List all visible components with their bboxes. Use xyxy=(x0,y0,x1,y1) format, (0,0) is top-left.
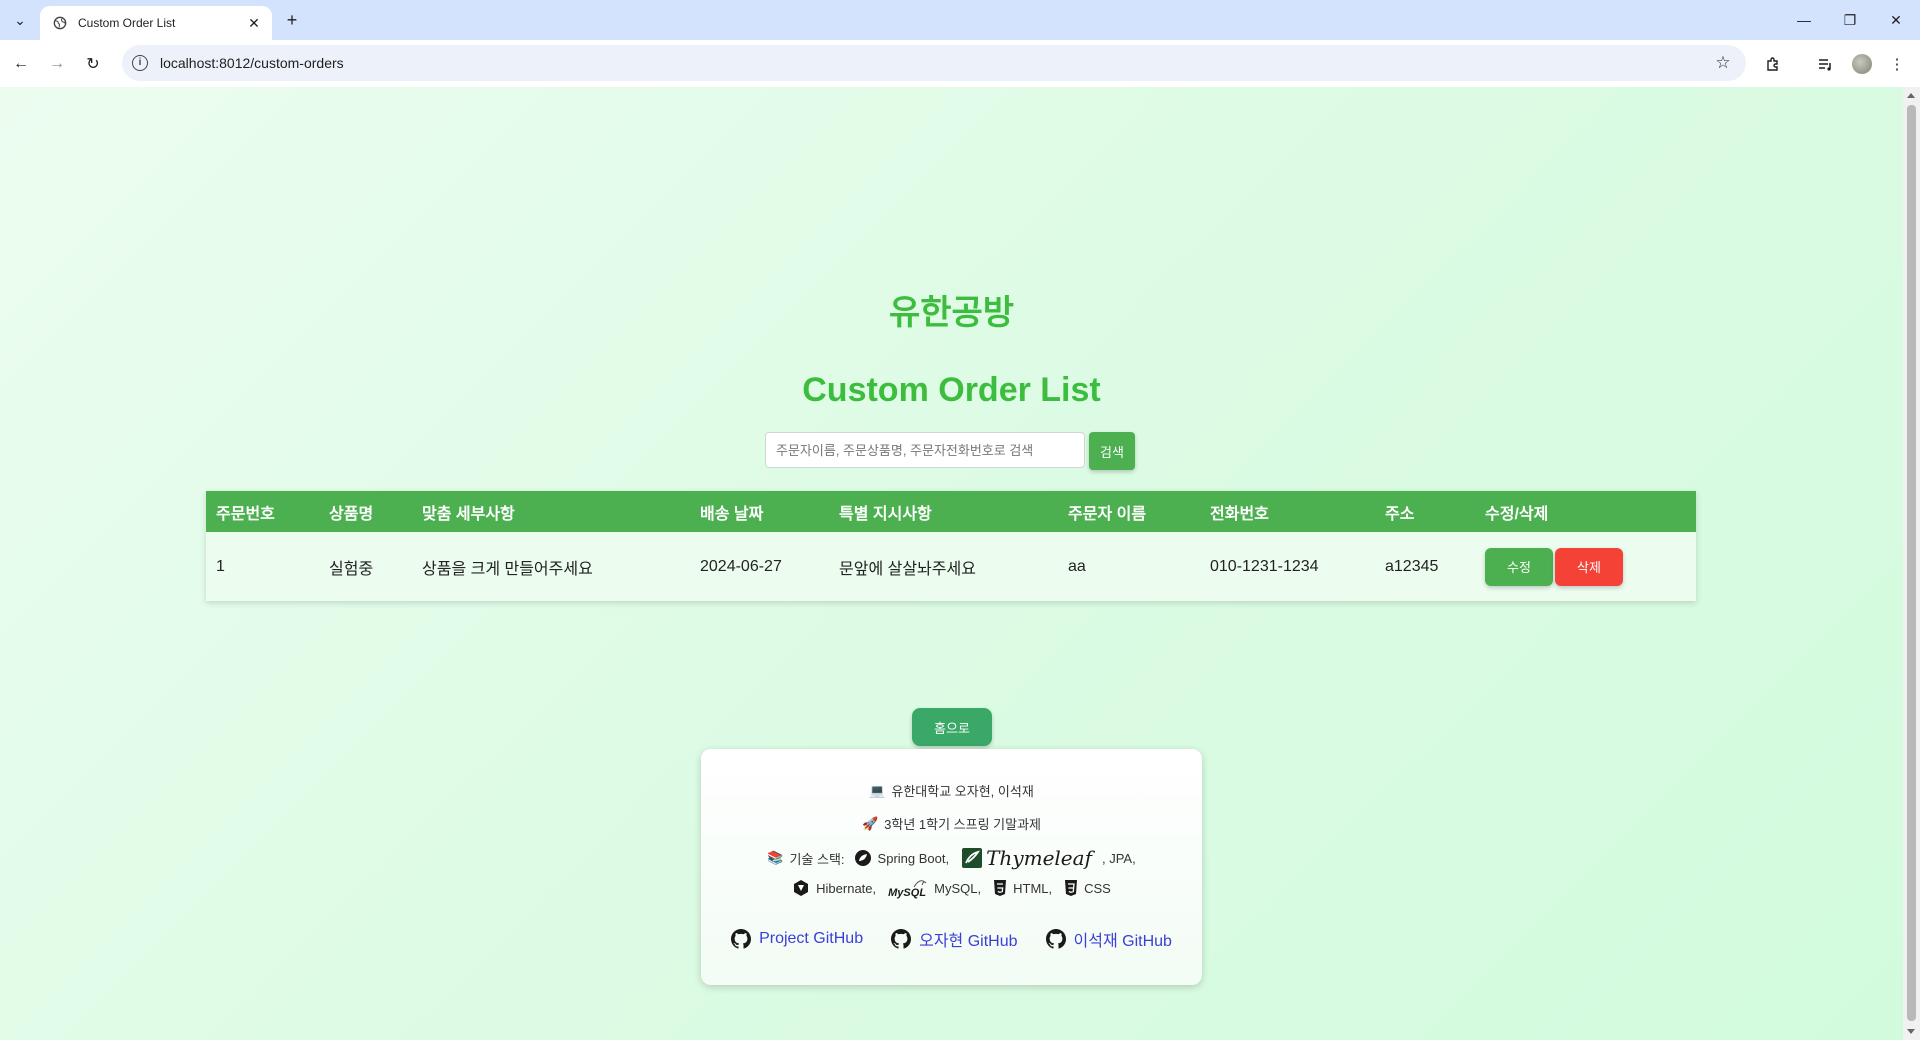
reload-icon[interactable]: ↻ xyxy=(80,51,106,77)
info-icon[interactable]: i xyxy=(132,55,148,71)
url-text[interactable]: localhost:8012/custom-orders xyxy=(160,55,1710,71)
table-row: 1 실험중 상품을 크게 만들어주세요 2024-06-27 문앞에 살살놔주세… xyxy=(206,532,1696,601)
html-text: HTML, xyxy=(1013,880,1053,896)
css-text: CSS xyxy=(1084,880,1111,896)
window-close-icon[interactable]: ✕ xyxy=(1880,8,1912,32)
media-icon[interactable] xyxy=(1812,51,1838,77)
page-viewport: 유한공방 Custom Order List 검색 주문번호 상품명 맞춤 세부… xyxy=(0,87,1903,1040)
scrollbar-thumb[interactable] xyxy=(1907,105,1916,1021)
tab-title: Custom Order List xyxy=(78,16,176,30)
leeseokjae-github-label[interactable]: 이석재 GitHub xyxy=(1074,927,1172,951)
cell-details: 상품을 크게 만들어주세요 xyxy=(422,560,593,578)
restore-icon[interactable]: ❐ xyxy=(1834,8,1866,32)
plus-icon[interactable]: + xyxy=(280,8,304,32)
header-actions: 수정/삭제 xyxy=(1475,491,1696,532)
authors-text: 유한대학교 오자현, 이석재 xyxy=(891,784,1034,799)
spring-item: Spring Boot, xyxy=(854,849,950,867)
site-title: 유한공방 xyxy=(888,294,1015,332)
forward-arrow-icon[interactable]: → xyxy=(44,51,70,77)
jpa-text: , JPA, xyxy=(1101,850,1136,866)
cell-address: a12345 xyxy=(1385,557,1439,575)
minimize-icon[interactable]: — xyxy=(1788,8,1820,32)
header-address: 주소 xyxy=(1375,491,1475,532)
kebab-menu-icon[interactable]: ⋮ xyxy=(1884,51,1910,77)
header-phone: 전화번호 xyxy=(1200,491,1375,532)
footer-info-card: 💻 유한대학교 오자현, 이석재 🚀 3학년 1학기 스프링 기말과제 📚 기술… xyxy=(701,749,1202,985)
spring-icon xyxy=(854,850,871,866)
css3-icon xyxy=(1065,880,1078,896)
star-icon[interactable]: ☆ xyxy=(1710,50,1736,76)
cell-order-no: 1 xyxy=(216,557,225,575)
orders-table: 주문번호 상품명 맞춤 세부사항 배송 날짜 특별 지시사항 주문자 이름 전화… xyxy=(206,491,1696,601)
github-links: Project GitHub 오자현 GitHub 이석재 GitHub xyxy=(701,927,1202,951)
project-github-link[interactable]: Project GitHub xyxy=(731,927,863,951)
laptop-icon: 💻 xyxy=(869,782,886,798)
stack-label: 기술 스택: xyxy=(789,851,845,867)
tab-search-icon[interactable]: ⌄ xyxy=(6,8,34,32)
browser-tab-strip: ⌄ Custom Order List ✕ + — ❐ ✕ xyxy=(0,0,1920,40)
course-text: 3학년 1학기 스프링 기말과제 xyxy=(884,817,1042,832)
stack-line-2: Hibernate, MySQL MySQL, HTML, CSS xyxy=(701,877,1202,899)
hibernate-item: Hibernate, xyxy=(792,879,876,897)
github-icon xyxy=(891,929,912,949)
mysql-text: MySQL, xyxy=(934,880,982,896)
cell-actions: 수정 삭제 xyxy=(1475,532,1696,601)
stack-line-1: 📚 기술 스택: Spring Boot, Thymeleaf , JPA, xyxy=(701,846,1202,870)
table-header-row: 주문번호 상품명 맞춤 세부사항 배송 날짜 특별 지시사항 주문자 이름 전화… xyxy=(206,491,1696,532)
spring-text: Spring Boot, xyxy=(877,850,950,866)
active-tab[interactable]: Custom Order List ✕ xyxy=(40,6,272,40)
rocket-icon: 🚀 xyxy=(861,815,879,831)
globe-icon xyxy=(52,15,68,31)
cell-delivery-date: 2024-06-27 xyxy=(700,557,782,575)
authors-line: 💻 유한대학교 오자현, 이석재 xyxy=(701,781,1202,800)
cell-phone: 010-1231-1234 xyxy=(1210,557,1319,575)
orders-table-container: 주문번호 상품명 맞춤 세부사항 배송 날짜 특별 지시사항 주문자 이름 전화… xyxy=(206,491,1696,601)
github-icon xyxy=(1045,929,1066,949)
address-bar[interactable]: i localhost:8012/custom-orders ☆ xyxy=(122,45,1746,81)
scroll-up-arrow-icon[interactable] xyxy=(1907,93,1915,98)
back-arrow-icon[interactable]: ← xyxy=(8,51,34,77)
header-order-no: 주문번호 xyxy=(206,491,319,532)
page-title: Custom Order List xyxy=(802,371,1101,409)
ojahyeon-github-link[interactable]: 오자현 GitHub xyxy=(891,927,1018,951)
cell-instructions: 문앞에 살살놔주세요 xyxy=(839,560,976,578)
course-line: 🚀 3학년 1학기 스프링 기말과제 xyxy=(701,814,1202,833)
header-details: 맞춤 세부사항 xyxy=(412,491,690,532)
leeseokjae-github-link[interactable]: 이석재 GitHub xyxy=(1045,927,1172,951)
header-customer: 주문자 이름 xyxy=(1058,491,1200,532)
books-icon: 📚 xyxy=(767,850,784,865)
edit-button[interactable]: 수정 xyxy=(1485,547,1553,586)
header-delivery-date: 배송 날짜 xyxy=(690,491,829,532)
html5-icon xyxy=(994,880,1007,896)
scroll-down-arrow-icon[interactable] xyxy=(1907,1029,1915,1034)
header-instructions: 특별 지시사항 xyxy=(829,491,1058,532)
github-icon xyxy=(731,929,752,949)
profile-avatar[interactable] xyxy=(1852,54,1872,74)
ojahyeon-github-label[interactable]: 오자현 GitHub xyxy=(919,927,1017,951)
delete-button[interactable]: 삭제 xyxy=(1555,547,1623,586)
project-github-label[interactable]: Project GitHub xyxy=(759,930,863,948)
hibernate-icon xyxy=(794,880,809,896)
search-input[interactable] xyxy=(765,432,1085,468)
close-icon[interactable]: ✕ xyxy=(244,13,264,33)
thymeleaf-text: Thymeleaf xyxy=(986,846,1092,870)
header-product: 상품명 xyxy=(319,491,412,532)
mysql-icon: MySQL xyxy=(888,877,928,899)
page-scrollbar[interactable] xyxy=(1903,87,1920,1040)
home-button[interactable]: 홈으로 xyxy=(912,708,992,746)
search-form: 검색 xyxy=(765,432,1135,470)
browser-toolbar: ← → ↻ i localhost:8012/custom-orders ☆ ⋮ xyxy=(0,40,1920,88)
cell-product: 실험중 xyxy=(329,560,374,578)
thymeleaf-item: Thymeleaf xyxy=(962,846,1092,870)
search-button[interactable]: 검색 xyxy=(1089,432,1135,470)
hibernate-text: Hibernate, xyxy=(816,880,877,896)
css-item: CSS xyxy=(1064,879,1111,897)
cell-customer: aa xyxy=(1068,557,1086,575)
thymeleaf-icon xyxy=(962,848,983,868)
html-item: HTML, xyxy=(993,879,1052,897)
mysql-item: MySQL MySQL, xyxy=(888,877,981,899)
extensions-icon[interactable] xyxy=(1760,51,1786,77)
